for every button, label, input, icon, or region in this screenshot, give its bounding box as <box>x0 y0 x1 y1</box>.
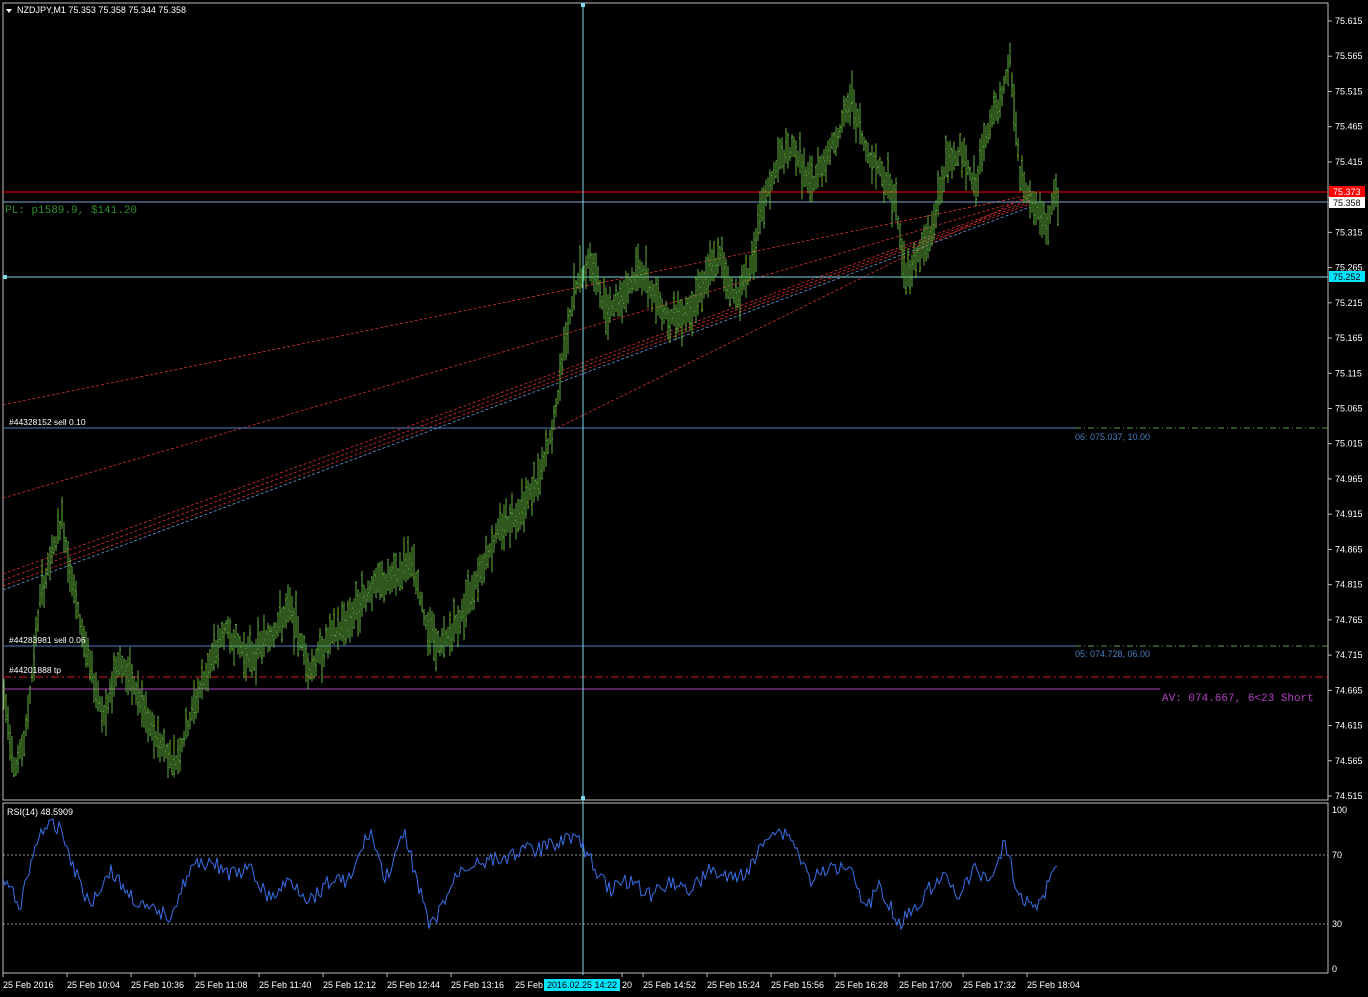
level-05-text: 05: 074.728, 06.00 <box>1075 649 1150 659</box>
tp-label: #44201888 tp <box>9 665 61 675</box>
time-tick-label: 25 Feb 12:44 <box>387 980 440 990</box>
price-tick-label: 74.565 <box>1335 756 1363 766</box>
crosshair-handle-bottom[interactable] <box>581 796 585 800</box>
crosshair-handle-left[interactable] <box>3 275 7 279</box>
price-tick-label: 75.315 <box>1335 227 1363 237</box>
time-tick-label: 25 Feb 17:32 <box>963 980 1016 990</box>
rsi-panel-frame <box>2 802 1329 974</box>
price-axis: 75.61575.56575.51575.46575.41575.36575.3… <box>1328 16 1363 801</box>
time-tick-label: 25 Feb 15:56 <box>771 980 824 990</box>
trading-chart[interactable]: 75.61575.56575.51575.46575.41575.36575.3… <box>0 0 1368 997</box>
rsi-label: RSI(14) 48.5909 <box>7 807 73 817</box>
rsi-level-label: 0 <box>1332 964 1337 974</box>
symbol-header: NZDJPY,M1 75.353 75.358 75.344 75.358 <box>17 5 186 15</box>
time-tick-label: 25 Feb 10:36 <box>131 980 184 990</box>
rsi-level-label: 30 <box>1332 919 1342 929</box>
price-tick-label: 75.115 <box>1335 368 1362 378</box>
time-axis: 25 Feb 2016 25 Feb 10:04 25 Feb 10:36 25 Fe… <box>2 973 1080 990</box>
price-tick-label: 75.565 <box>1335 51 1363 61</box>
time-tick-label: 25 Feb 17:00 <box>899 980 952 990</box>
price-tick-label: 74.915 <box>1335 509 1363 519</box>
time-tick-label: 25 Feb 2016 <box>3 980 54 990</box>
time-tick-label: 25 Feb 10:04 <box>67 980 120 990</box>
price-tick-label: 74.765 <box>1335 615 1363 625</box>
time-tick-label: 25 Feb 14:52 <box>643 980 696 990</box>
crosshair-handle-top[interactable] <box>581 3 585 7</box>
time-tick-label: 25 Feb 11:08 <box>195 980 247 990</box>
price-tick-label: 75.465 <box>1335 122 1363 132</box>
level-06-text: 06: 075.037, 10.00 <box>1075 432 1150 442</box>
price-tick-label: 74.965 <box>1335 474 1363 484</box>
price-tick-label: 75.615 <box>1335 16 1363 26</box>
time-tick-label: 25 Feb 13:16 <box>451 980 504 990</box>
price-tick-label: 74.615 <box>1335 721 1363 731</box>
order-label-44328152: #44328152 sell 0.10 <box>9 417 86 427</box>
time-tick-label: 25 Feb 15:24 <box>707 980 760 990</box>
price-tick-label: 75.215 <box>1335 298 1363 308</box>
crosshair-price-tag-text: 75.252 <box>1333 272 1361 282</box>
time-tick-label: 25 Feb 11:40 <box>259 980 311 990</box>
price-tick-label: 74.515 <box>1335 791 1363 801</box>
time-tick-label: 20 <box>622 980 632 990</box>
average-text: AV: 074.667, 6<23 Short <box>1162 693 1314 705</box>
price-tick-label: 75.015 <box>1335 439 1363 449</box>
price-tick-label: 74.715 <box>1335 650 1363 660</box>
time-tick-label: 25 Feb 12:12 <box>323 980 376 990</box>
current-price-tag-text: 75.358 <box>1333 198 1361 208</box>
pl-text: PL: p1589.9, $141.20 <box>5 205 137 217</box>
price-tick-label: 75.515 <box>1335 86 1363 96</box>
crosshair-time-tag-text: 2016.02.25 14:22 <box>547 980 617 990</box>
price-tick-label: 75.415 <box>1335 157 1363 167</box>
rsi-axis: 100 70 30 0 <box>1332 805 1347 974</box>
time-tick-label-partial: 25 Feb <box>515 980 543 990</box>
rsi-level-label: 70 <box>1332 850 1342 860</box>
time-tick-label: 25 Feb 16:28 <box>835 980 888 990</box>
price-tick-label: 74.665 <box>1335 685 1363 695</box>
price-tick-label: 74.815 <box>1335 580 1363 590</box>
rsi-level-label: 100 <box>1332 805 1347 815</box>
price-tick-label: 75.065 <box>1335 404 1363 414</box>
bid-price-tag-text: 75.373 <box>1333 187 1361 197</box>
price-tick-label: 75.165 <box>1335 333 1363 343</box>
price-tick-label: 74.865 <box>1335 544 1363 554</box>
time-tick-label: 25 Feb 18:04 <box>1027 980 1080 990</box>
order-label-44283981: #44283981 sell 0.06 <box>9 635 86 645</box>
